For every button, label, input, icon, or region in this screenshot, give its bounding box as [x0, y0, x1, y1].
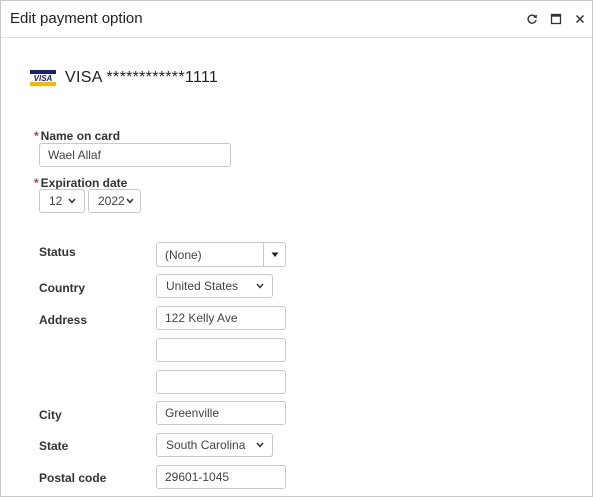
status-label: Status	[39, 245, 76, 259]
card-number: VISA ************1111	[65, 69, 219, 86]
address-label: Address	[39, 313, 88, 327]
address-line3-input[interactable]	[156, 370, 286, 394]
expiration-date-label: * Expiration date	[34, 176, 128, 190]
chevron-down-icon	[253, 438, 267, 452]
country-select[interactable]: United States	[156, 274, 273, 298]
maximize-icon	[550, 13, 562, 25]
required-marker: *	[34, 129, 39, 143]
postal-code-label: Postal code	[39, 471, 107, 485]
required-marker: *	[34, 176, 39, 190]
state-label: State	[39, 439, 69, 453]
close-icon	[575, 14, 585, 24]
refresh-icon	[527, 14, 537, 24]
refresh-button[interactable]	[523, 10, 541, 28]
visa-logo-icon: VISA	[30, 70, 56, 86]
close-button[interactable]	[571, 10, 589, 28]
title-bar: Edit payment option	[1, 1, 592, 38]
chevron-down-icon	[65, 194, 79, 208]
maximize-button[interactable]	[547, 10, 565, 28]
status-select[interactable]: (None)	[156, 242, 286, 267]
caret-down-icon	[271, 252, 278, 257]
city-label: City	[39, 408, 62, 422]
country-label: Country	[39, 281, 85, 295]
name-on-card-label: * Name on card	[34, 129, 121, 143]
status-dropdown-button[interactable]	[263, 243, 285, 266]
dialog-title: Edit payment option	[10, 10, 143, 27]
svg-text:VISA: VISA	[34, 74, 53, 83]
expiration-year-select[interactable]: 2022	[88, 189, 141, 213]
chevron-down-icon	[125, 194, 135, 208]
chevron-down-icon	[253, 279, 267, 293]
address-line1-input[interactable]	[156, 306, 286, 330]
address-line2-input[interactable]	[156, 338, 286, 362]
state-select[interactable]: South Carolina	[156, 433, 273, 457]
name-on-card-input[interactable]	[39, 143, 231, 167]
edit-payment-dialog: Edit payment option VISA VISA **********…	[0, 0, 593, 497]
card-summary: VISA VISA ************1111	[30, 67, 218, 89]
expiration-month-select[interactable]: 12	[39, 189, 85, 213]
postal-code-input[interactable]	[156, 465, 286, 489]
city-input[interactable]	[156, 401, 286, 425]
